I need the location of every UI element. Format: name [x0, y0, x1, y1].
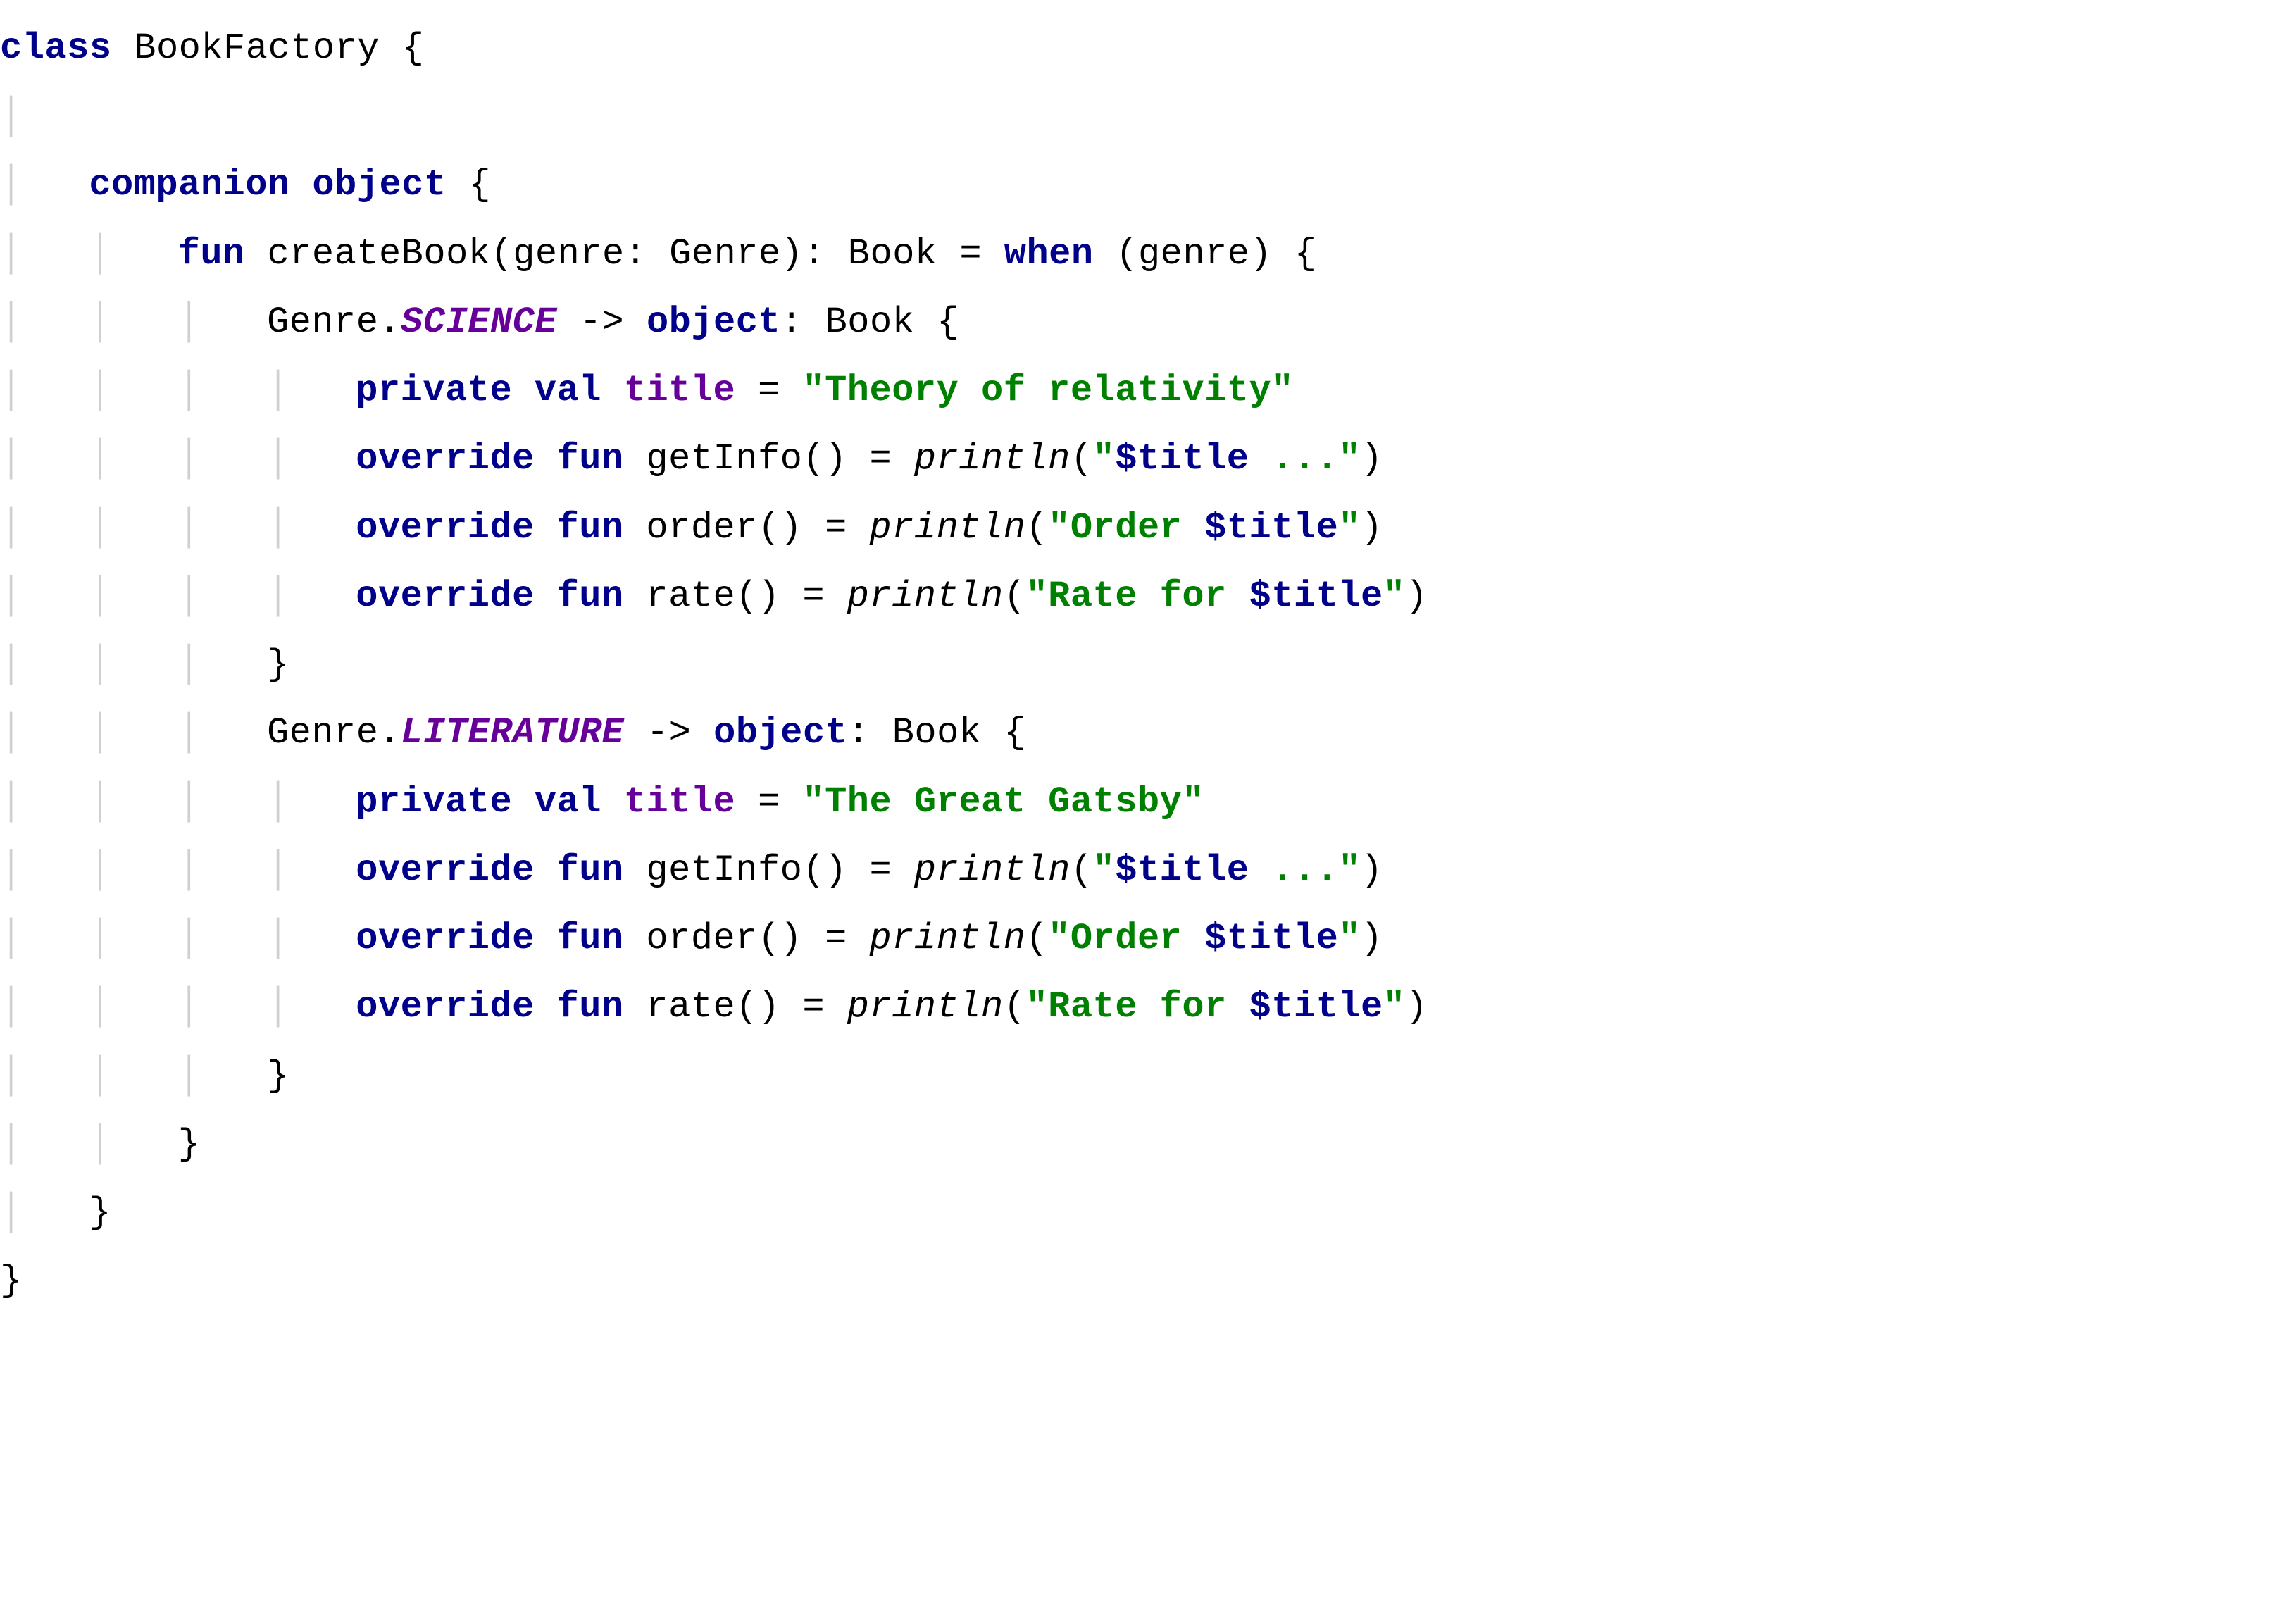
brace: } [0, 1260, 23, 1302]
fn-println: println [914, 438, 1071, 480]
brace: { [937, 301, 959, 343]
keyword-override-fun: override fun [356, 507, 623, 549]
keyword-when: when [1004, 233, 1094, 275]
space [601, 781, 624, 823]
class-name: BookFactory [112, 27, 402, 69]
keyword-class: class [0, 27, 112, 69]
string-science-title: "Theory of relativity" [802, 370, 1294, 411]
property-title: title [624, 781, 736, 823]
object-rest: : Book [780, 301, 937, 343]
string-order-lead: "Order [1048, 918, 1204, 959]
template-var: $title [1204, 918, 1338, 959]
string-gatsby-title: "The Great Gatsby" [802, 781, 1204, 823]
fn-println: println [847, 575, 1004, 617]
brace: { [402, 27, 425, 69]
template-var: $title [1249, 575, 1383, 617]
equals: = [735, 781, 802, 823]
keyword-private-val: private val [356, 781, 601, 823]
space [601, 370, 624, 411]
brace: { [468, 164, 491, 206]
method-getinfo: getInfo() = [624, 849, 914, 891]
method-order: order() = [624, 507, 870, 549]
string-quote: " [1093, 849, 1116, 891]
method-rate: rate() = [624, 575, 847, 617]
keyword-companion-object: companion object [89, 164, 446, 206]
function-name: createBook [245, 233, 491, 275]
fn-println: println [869, 918, 1025, 959]
arrow: -> [557, 301, 647, 343]
keyword-override-fun: override fun [356, 986, 623, 1028]
template-var: $title [1115, 849, 1249, 891]
template-var: $title [1249, 986, 1383, 1028]
paren-close: ) [1405, 575, 1428, 617]
brace: } [267, 644, 289, 685]
keyword-private-val: private val [356, 370, 601, 411]
paren-close: ) [1361, 849, 1383, 891]
brace: } [89, 1192, 111, 1233]
method-rate: rate() = [624, 986, 847, 1028]
keyword-override-fun: override fun [356, 575, 623, 617]
template-var: $title [1204, 507, 1338, 549]
paren-close: ) [1361, 918, 1383, 959]
signature: (genre: Genre): Book = [491, 233, 1004, 275]
code-block: class BookFactory { │ │ companion object… [0, 0, 2296, 1315]
string-quote: " [1093, 438, 1116, 480]
equals: = [735, 370, 802, 411]
enum-literature: LITERATURE [401, 712, 624, 754]
space [447, 164, 469, 206]
paren-close: ) [1361, 507, 1383, 549]
keyword-override-fun: override fun [356, 849, 623, 891]
brace: { [1294, 233, 1317, 275]
brace: { [1004, 712, 1026, 754]
brace: } [267, 1055, 289, 1097]
enum-science: SCIENCE [401, 301, 557, 343]
enum-type: Genre. [267, 712, 401, 754]
paren-open: ( [1071, 849, 1093, 891]
when-args: (genre) [1094, 233, 1294, 275]
string-order-lead: "Order [1048, 507, 1204, 549]
paren-close: ) [1361, 438, 1383, 480]
method-getinfo: getInfo() = [624, 438, 914, 480]
keyword-override-fun: override fun [356, 918, 623, 959]
paren-open: ( [1025, 507, 1048, 549]
fn-println: println [914, 849, 1071, 891]
arrow: -> [624, 712, 713, 754]
brace: } [178, 1123, 201, 1165]
object-rest: : Book [847, 712, 1004, 754]
method-order: order() = [624, 918, 870, 959]
keyword-object: object [713, 712, 847, 754]
paren-open: ( [1004, 986, 1026, 1028]
keyword-override-fun: override fun [356, 438, 623, 480]
paren-open: ( [1071, 438, 1093, 480]
fn-println: println [847, 986, 1004, 1028]
template-var: $title [1115, 438, 1249, 480]
fn-println: println [869, 507, 1025, 549]
paren-open: ( [1004, 575, 1026, 617]
string-rate-lead: "Rate for [1025, 986, 1249, 1028]
property-title: title [624, 370, 736, 411]
enum-type: Genre. [267, 301, 401, 343]
keyword-object: object [647, 301, 780, 343]
paren-open: ( [1025, 918, 1048, 959]
string-quote: " [1383, 575, 1406, 617]
string-tail: ..." [1249, 849, 1361, 891]
string-quote: " [1383, 986, 1406, 1028]
paren-close: ) [1405, 986, 1428, 1028]
string-rate-lead: "Rate for [1025, 575, 1249, 617]
string-tail: ..." [1249, 438, 1361, 480]
keyword-fun: fun [178, 233, 245, 275]
string-quote: " [1338, 918, 1361, 959]
string-quote: " [1338, 507, 1361, 549]
